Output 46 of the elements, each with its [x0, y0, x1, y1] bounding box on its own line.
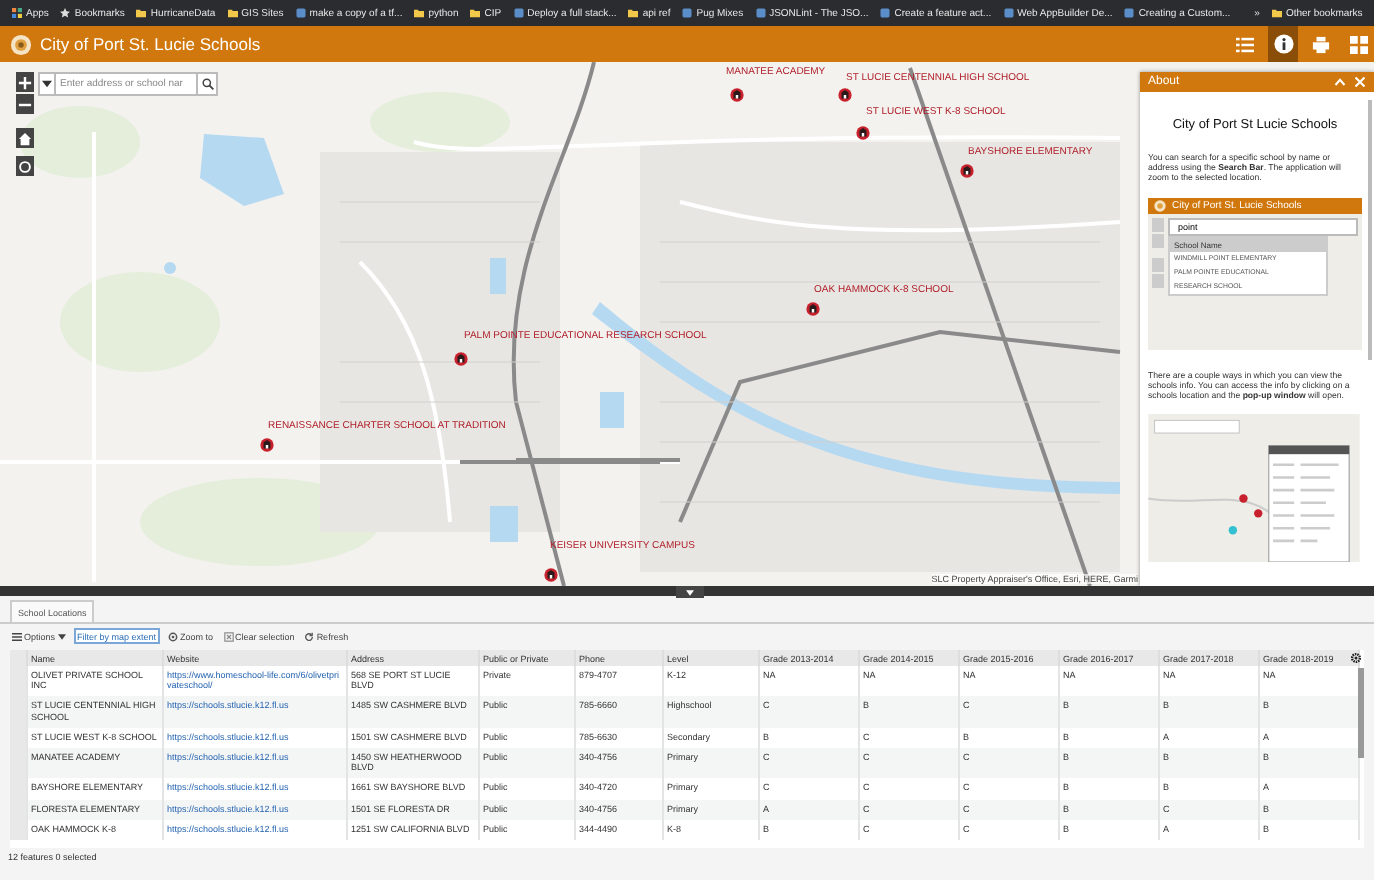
clear-icon	[223, 631, 234, 641]
caret-down-icon	[42, 80, 52, 88]
school-marker-icon[interactable]	[544, 568, 558, 582]
folder-icon	[628, 8, 639, 18]
close-icon[interactable]	[1354, 76, 1366, 88]
home-icon[interactable]	[16, 128, 34, 148]
folder-icon	[470, 8, 481, 18]
folder-icon	[136, 8, 147, 18]
zoom-in-button[interactable]	[16, 72, 34, 92]
refresh-icon	[304, 631, 315, 641]
folder-icon	[1271, 8, 1282, 18]
site-favicon-icon	[682, 8, 693, 18]
target-icon	[168, 631, 179, 641]
school-marker-icon[interactable]	[856, 126, 870, 140]
apps-grid-icon	[12, 8, 22, 18]
settings-icon[interactable]	[1350, 652, 1362, 664]
school-marker-icon[interactable]	[454, 352, 468, 366]
info-icon[interactable]	[1268, 26, 1298, 62]
app-title: City of Port St. Lucie Schools	[40, 34, 261, 54]
school-marker-icon[interactable]	[960, 164, 974, 178]
city-seal-icon	[1154, 199, 1166, 212]
school-marker-icon[interactable]	[260, 438, 274, 452]
site-favicon-icon	[1003, 8, 1014, 18]
site-favicon-icon	[295, 8, 306, 18]
caret-down-icon	[57, 633, 66, 639]
site-favicon-icon	[1124, 8, 1135, 18]
site-favicon-icon	[513, 8, 524, 18]
site-favicon-icon	[755, 8, 766, 18]
school-marker-icon[interactable]	[806, 302, 820, 316]
menu-icon	[12, 631, 22, 641]
search-button[interactable]	[198, 72, 218, 96]
zoom-out-button[interactable]	[16, 94, 34, 114]
folder-icon	[414, 8, 425, 18]
plus-icon	[18, 75, 32, 89]
collapse-table-button[interactable]	[676, 586, 704, 598]
school-marker-icon[interactable]	[730, 88, 744, 102]
star-icon	[60, 8, 71, 18]
search-source-dropdown[interactable]	[38, 72, 56, 96]
city-seal-icon	[10, 33, 32, 55]
school-marker-icon[interactable]	[838, 88, 852, 102]
scrollbar[interactable]	[1358, 668, 1364, 758]
locate-icon[interactable]	[16, 156, 34, 176]
site-favicon-icon	[880, 8, 891, 18]
search-icon	[201, 78, 213, 90]
folder-icon	[227, 8, 238, 18]
chevron-up-icon[interactable]	[1334, 76, 1346, 88]
